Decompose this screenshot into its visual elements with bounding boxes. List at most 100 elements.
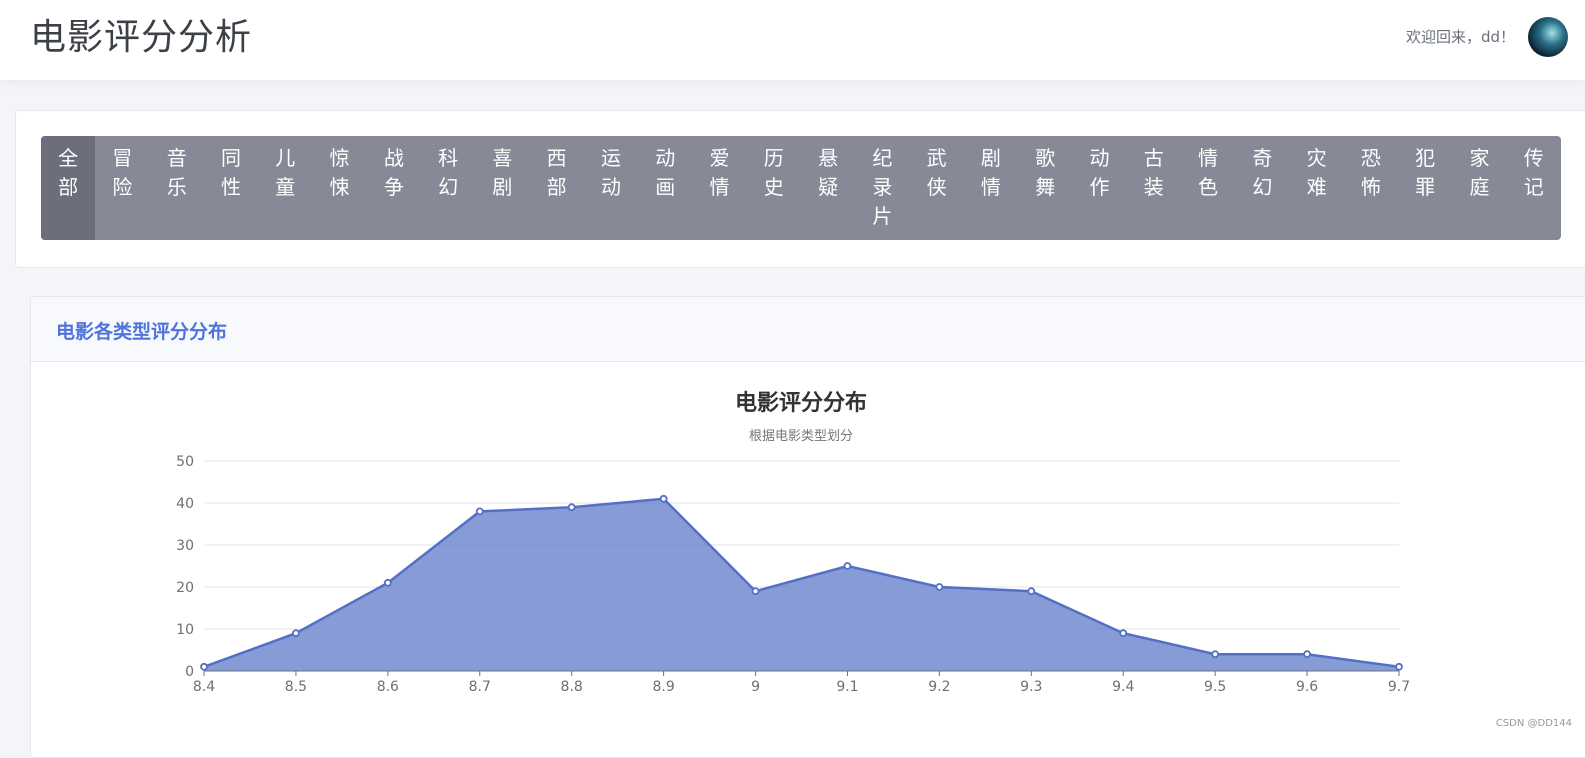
genre-tab-char: 幻 xyxy=(438,175,459,199)
x-tick-label: 9.7 xyxy=(1388,679,1410,695)
welcome-text: 欢迎回来，dd！ xyxy=(1405,28,1515,46)
genre-tab-char: 片 xyxy=(872,204,893,228)
genre-tab-char: 灾 xyxy=(1306,146,1327,170)
genre-tab-char: 记 xyxy=(1523,175,1544,199)
genre-tab-char: 疑 xyxy=(818,175,839,199)
genre-tab[interactable]: 犯罪 xyxy=(1398,136,1452,240)
genre-tab[interactable]: 儿童 xyxy=(258,136,312,240)
x-tick-label: 9.1 xyxy=(836,679,858,695)
genre-tab[interactable]: 动作 xyxy=(1072,136,1126,240)
data-point xyxy=(751,587,760,596)
data-point xyxy=(567,503,576,512)
watermark: CSDN @DD144 xyxy=(1495,718,1572,729)
y-tick-label: 20 xyxy=(176,580,194,596)
genre-tab[interactable]: 灾难 xyxy=(1289,136,1343,240)
genre-tab-char: 罪 xyxy=(1415,175,1436,199)
genre-tab[interactable]: 剧情 xyxy=(964,136,1018,240)
genre-tab[interactable]: 同性 xyxy=(204,136,258,240)
genre-tab[interactable]: 惊悚 xyxy=(312,136,366,240)
genre-tab[interactable]: 科幻 xyxy=(421,136,475,240)
genre-tab-char: 冒 xyxy=(112,146,133,170)
genre-tab-char: 童 xyxy=(275,175,296,199)
genre-tab-char: 舞 xyxy=(1035,175,1056,199)
data-point xyxy=(200,662,208,671)
genre-tab[interactable]: 爱情 xyxy=(692,136,746,240)
genre-tab-char: 纪 xyxy=(872,146,893,170)
genre-tab-char: 庭 xyxy=(1469,175,1490,199)
top-navbar: 电影评分分析 欢迎回来，dd！ xyxy=(0,0,1585,80)
genre-tab-char: 色 xyxy=(1198,175,1219,199)
genre-tab[interactable]: 纪录片 xyxy=(855,136,909,240)
genre-tab-char: 装 xyxy=(1143,175,1164,199)
genre-tab[interactable]: 奇幻 xyxy=(1235,136,1289,240)
genre-tab-char: 部 xyxy=(58,175,79,199)
genre-tab-char: 动 xyxy=(1089,146,1110,170)
y-tick-label: 40 xyxy=(176,496,194,512)
x-tick-label: 8.6 xyxy=(377,679,399,695)
genre-tab[interactable]: 喜剧 xyxy=(475,136,529,240)
x-tick-label: 9.5 xyxy=(1204,679,1226,695)
x-tick-label: 9.6 xyxy=(1296,679,1318,695)
genre-tab[interactable]: 动画 xyxy=(638,136,692,240)
genre-tab[interactable]: 西部 xyxy=(530,136,584,240)
genre-tab[interactable]: 战争 xyxy=(367,136,421,240)
genre-tab-char: 情 xyxy=(980,175,1001,199)
genre-tab-char: 幻 xyxy=(1252,175,1273,199)
genre-tab[interactable]: 运动 xyxy=(584,136,638,240)
data-point xyxy=(843,562,852,570)
x-tick-label: 8.8 xyxy=(561,679,583,695)
genre-tab-char: 乐 xyxy=(166,175,187,199)
user-avatar[interactable] xyxy=(1528,17,1568,57)
genre-tab-char: 情 xyxy=(1198,146,1219,170)
x-tick-label: 9.4 xyxy=(1112,679,1134,695)
data-point xyxy=(1119,629,1128,638)
genre-tab[interactable]: 情色 xyxy=(1181,136,1235,240)
genre-tab[interactable]: 武侠 xyxy=(910,136,964,240)
genre-tab-char: 剧 xyxy=(492,175,513,199)
genre-tab-char: 家 xyxy=(1469,146,1490,170)
y-tick-label: 50 xyxy=(176,454,194,470)
genre-tab-bar: 全部冒险音乐同性儿童惊悚战争科幻喜剧西部运动动画爱情历史悬疑纪录片武侠剧情歌舞动… xyxy=(41,136,1561,240)
genre-tab[interactable]: 悬疑 xyxy=(801,136,855,240)
y-tick-label: 10 xyxy=(176,622,194,638)
genre-tab-char: 科 xyxy=(438,146,459,170)
x-tick-label: 8.9 xyxy=(652,679,674,695)
genre-tab-char: 情 xyxy=(709,175,730,199)
rating-area-chart: 0 10 20 30 40 50 8.4 8.5 8.6 8.7 8.8 8.9 9 9.1 9.2 9.3 9… xyxy=(176,454,1410,695)
genre-tab-char: 部 xyxy=(546,175,567,199)
genre-tab[interactable]: 历史 xyxy=(747,136,801,240)
genre-tab-char: 画 xyxy=(655,175,676,199)
genre-tab[interactable]: 恐怖 xyxy=(1344,136,1398,240)
genre-tab-char: 音 xyxy=(166,146,187,170)
data-point xyxy=(1395,662,1403,671)
genre-tab-char: 争 xyxy=(383,175,404,199)
genre-tab-char: 作 xyxy=(1089,175,1110,199)
genre-tab-char: 爱 xyxy=(709,146,730,170)
data-point xyxy=(1303,650,1311,659)
data-point xyxy=(292,629,300,638)
genre-tab[interactable]: 音乐 xyxy=(150,136,204,240)
genre-tab[interactable]: 歌舞 xyxy=(1018,136,1072,240)
genre-tab-char: 古 xyxy=(1143,146,1164,170)
x-tick-label: 8.7 xyxy=(469,679,491,695)
genre-tab-char: 性 xyxy=(220,175,241,199)
data-point xyxy=(383,578,392,587)
genre-tab-char: 喜 xyxy=(492,146,513,170)
genre-tab-char: 西 xyxy=(546,146,567,170)
x-tick-label: 8.5 xyxy=(285,679,307,695)
genre-tab-char: 全 xyxy=(58,146,79,170)
data-point xyxy=(1211,650,1220,659)
genre-tab-char: 悚 xyxy=(329,175,350,199)
genre-tab-char: 难 xyxy=(1306,175,1327,199)
x-tick-label: 9.2 xyxy=(928,679,950,695)
genre-tab-char: 同 xyxy=(220,146,241,170)
genre-tab[interactable]: 家庭 xyxy=(1452,136,1506,240)
genre-tab-char: 险 xyxy=(112,175,133,199)
x-tick-label: 9.3 xyxy=(1020,679,1042,695)
genre-tab[interactable]: 传记 xyxy=(1507,136,1561,240)
genre-tab-char: 悬 xyxy=(818,146,839,170)
genre-tab[interactable]: 古装 xyxy=(1127,136,1181,240)
genre-tab-char: 战 xyxy=(383,146,404,170)
genre-tab[interactable]: 冒险 xyxy=(95,136,149,240)
genre-tab[interactable]: 全部 xyxy=(41,136,96,240)
